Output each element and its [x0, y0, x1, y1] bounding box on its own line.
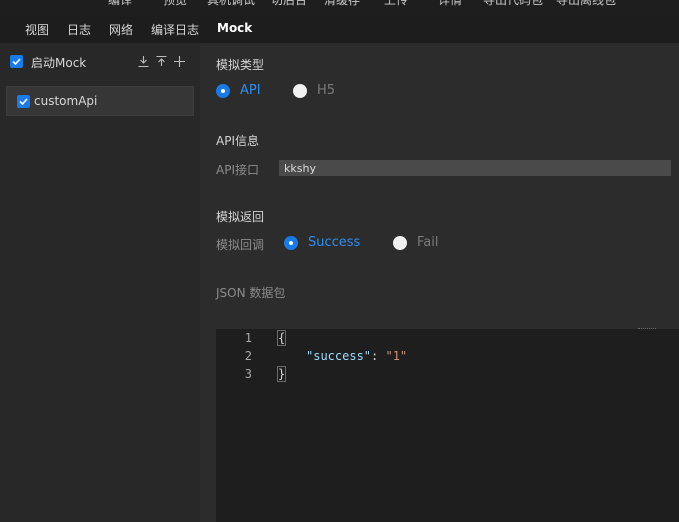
customapi-checkbox[interactable] — [17, 95, 30, 108]
devtools-tab-bar: 视图 日志 网络 编译日志 Mock — [0, 16, 679, 43]
sidebar-item-customapi[interactable]: customApi — [6, 86, 194, 116]
mock-return-title: 模拟返回 — [216, 210, 265, 224]
toolbar-export-offline[interactable]: 导出离线包 — [556, 0, 616, 8]
download-icon[interactable] — [137, 53, 150, 68]
upload-icon[interactable] — [155, 53, 168, 66]
radio-fail[interactable] — [393, 236, 407, 250]
json-key: "success" — [306, 349, 372, 363]
json-code-editor[interactable]: 1 2 3 { "success": "1" } — [216, 328, 679, 522]
tab-compile-log[interactable]: 编译日志 — [151, 21, 199, 38]
mock-sidebar: 启动Mock customApi — [0, 43, 200, 522]
api-endpoint-input[interactable] — [279, 160, 671, 176]
tab-network[interactable]: 网络 — [109, 21, 133, 38]
check-icon — [12, 58, 21, 66]
callback-label: 模拟回调 — [216, 238, 265, 252]
tab-log[interactable]: 日志 — [67, 21, 91, 38]
sidebar-item-label: customApi — [34, 94, 98, 108]
line-number: 2 — [244, 349, 252, 363]
code-close-brace: } — [276, 366, 287, 382]
toolbar-details[interactable]: 详情 — [438, 0, 462, 8]
tab-mock[interactable]: Mock — [217, 21, 252, 35]
radio-h5[interactable] — [293, 84, 307, 98]
enable-mock-label: 启动Mock — [31, 56, 87, 70]
api-info-title: API信息 — [216, 134, 259, 148]
toolbar-compile[interactable]: 编译 — [108, 0, 132, 8]
radio-success-label[interactable]: Success — [308, 235, 360, 250]
json-data-label: JSON 数据包 — [216, 286, 286, 300]
code-open-brace: { — [276, 330, 287, 346]
line-number: 1 — [244, 331, 252, 345]
enable-mock-checkbox[interactable] — [10, 55, 23, 68]
mock-type-title: 模拟类型 — [216, 58, 265, 72]
radio-fail-label[interactable]: Fail — [417, 235, 438, 250]
mock-detail-panel: 模拟类型 API H5 API信息 API接口 模拟返回 模拟回调 Succes… — [200, 43, 679, 522]
toolbar-clear-cache[interactable]: 清缓存 — [324, 0, 360, 8]
add-icon[interactable] — [173, 53, 186, 67]
json-value: "1" — [385, 349, 408, 363]
json-colon: : — [371, 349, 386, 363]
toolbar-upload[interactable]: 上传 — [384, 0, 408, 8]
toolbar-export-code[interactable]: 导出代码包 — [483, 0, 543, 8]
toolbar-preview[interactable]: 预览 — [163, 0, 187, 8]
radio-success[interactable] — [284, 236, 298, 250]
radio-api[interactable] — [216, 84, 230, 98]
toolbar-remote-debug[interactable]: 真机调试 — [207, 0, 255, 8]
radio-h5-label[interactable]: H5 — [317, 83, 335, 98]
radio-api-label[interactable]: API — [240, 83, 261, 98]
editor-minimap-marker — [638, 328, 656, 333]
check-icon — [19, 98, 28, 106]
line-number: 3 — [244, 367, 252, 381]
top-toolbar: 编译 预览 真机调试 切后台 清缓存 上传 详情 导出代码包 导出离线包 — [0, 0, 679, 16]
toolbar-background[interactable]: 切后台 — [271, 0, 307, 8]
tab-view[interactable]: 视图 — [25, 21, 49, 38]
code-line-2: "success": "1" — [306, 349, 407, 363]
api-endpoint-label: API接口 — [216, 163, 259, 177]
